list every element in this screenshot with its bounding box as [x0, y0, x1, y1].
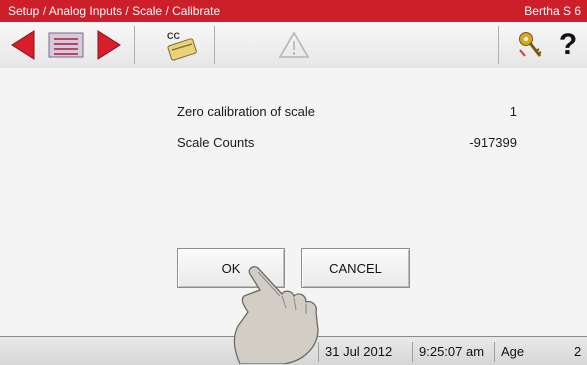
menu-list-button[interactable] — [46, 28, 86, 62]
cancel-button[interactable]: CANCEL — [301, 248, 410, 288]
toolbar: CC ? — [0, 22, 587, 69]
zero-calibration-label: Zero calibration of scale — [177, 104, 316, 119]
ok-button[interactable]: OK — [177, 248, 285, 288]
status-message-area — [6, 342, 312, 362]
cc-button[interactable]: CC — [158, 28, 204, 62]
forward-button[interactable] — [92, 28, 126, 62]
cc-card-icon: CC — [167, 31, 197, 61]
breadcrumb: Setup / Analog Inputs / Scale / Calibrat… — [8, 4, 221, 18]
age-label: Age — [494, 342, 524, 362]
calibrate-panel: Zero calibration of scale 1 Scale Counts… — [0, 68, 587, 336]
title-bar: Setup / Analog Inputs / Scale / Calibrat… — [0, 0, 587, 22]
list-icon — [48, 32, 84, 58]
warning-button[interactable] — [276, 28, 312, 62]
back-button[interactable] — [6, 28, 40, 62]
arrow-left-icon — [11, 30, 35, 60]
help-icon: ? — [558, 28, 578, 61]
help-button[interactable]: ? — [554, 28, 582, 62]
status-bar: 31 Jul 2012 9:25:07 am Age 2 — [0, 336, 587, 365]
svg-text:CC: CC — [167, 31, 180, 41]
status-date: 31 Jul 2012 — [318, 342, 392, 362]
warning-icon — [278, 31, 310, 58]
scale-counts-label: Scale Counts — [177, 135, 255, 150]
scale-counts-value: -917399 — [469, 135, 517, 150]
arrow-right-icon — [97, 30, 121, 60]
login-key-button[interactable] — [514, 28, 546, 62]
zero-calibration-value: 1 — [509, 104, 517, 119]
key-icon — [519, 32, 542, 57]
device-name: Bertha S 6 — [524, 4, 581, 18]
status-time: 9:25:07 am — [412, 342, 484, 362]
age-value: 2 — [574, 344, 582, 359]
